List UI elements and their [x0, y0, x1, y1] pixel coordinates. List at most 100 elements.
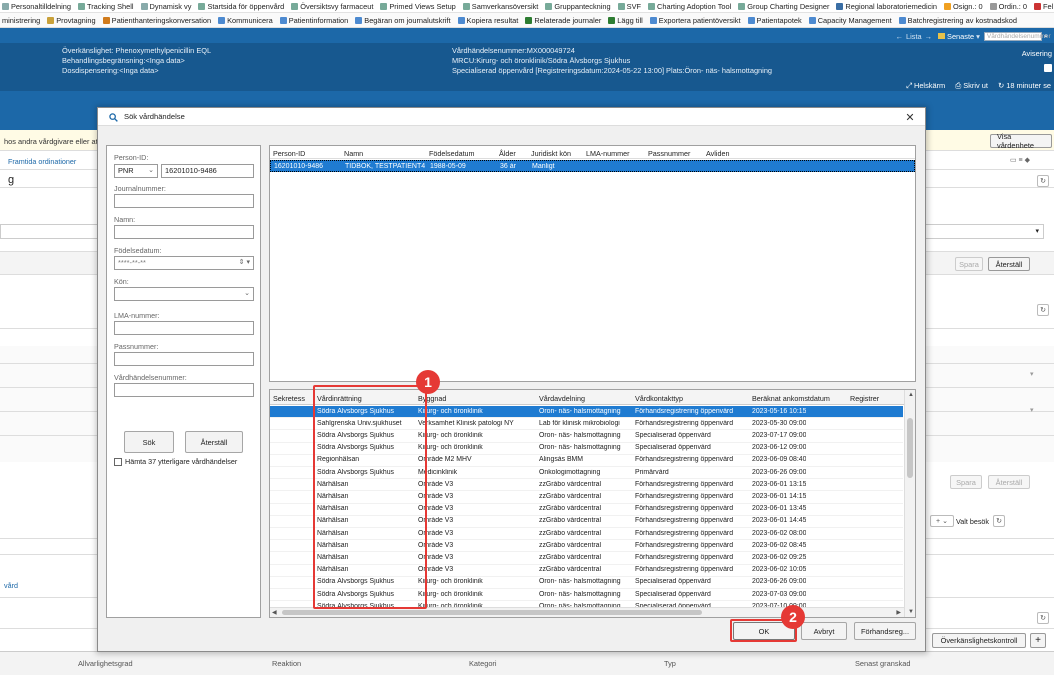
chevron-down-icon[interactable]: ▾ [1035, 227, 1039, 235]
refresh-icon[interactable]: ↻ [998, 81, 1004, 90]
favorite-link[interactable]: Regional laboratoriemedicin [836, 2, 937, 11]
scroll-right-icon[interactable]: ▶ [896, 609, 901, 616]
scroll-up-icon[interactable]: ▲ [908, 392, 914, 398]
toolbar-item[interactable]: Capacity Management [808, 16, 892, 25]
fullscreen-icon[interactable]: ⤢ [906, 81, 912, 90]
encounter-col-header[interactable]: Beräknat ankomstdatum [752, 394, 830, 403]
name-input[interactable] [114, 225, 254, 239]
forward-arrow-icon[interactable]: → [925, 32, 932, 41]
toolbar-item[interactable]: ministrering [2, 16, 40, 25]
person-id-input[interactable]: 16201010-9486 [161, 164, 254, 178]
encounter-col-header[interactable]: Vårdavdelning [539, 394, 585, 403]
favorite-link[interactable]: Primed Views Setup [380, 2, 456, 11]
senaste-dropdown[interactable]: Senaste [947, 32, 974, 41]
encounter-col-header[interactable]: Registrer [850, 394, 879, 403]
future-orders-tab[interactable]: Framtida ordinationer [8, 157, 76, 166]
close-icon[interactable]: ✕ [903, 110, 917, 124]
refresh-icon[interactable]: ↻ [1037, 175, 1049, 187]
toolbar-item[interactable]: Relaterade journaler [525, 16, 601, 25]
view-toggle-icons[interactable]: ▭ ≡ ◆ [1010, 156, 1030, 164]
cancel-button[interactable]: Avbryt [801, 622, 847, 640]
person-col-header[interactable]: Namn [344, 149, 363, 158]
search-icon[interactable]: ⌕ [1044, 31, 1048, 41]
encounter-number-input[interactable] [114, 383, 254, 397]
refresh-icon[interactable]: ↻ [1037, 304, 1049, 316]
favorite-link[interactable]: SVF [617, 2, 641, 11]
selected-visit-label[interactable]: Valt besök [956, 517, 989, 526]
toolbar-item[interactable]: Patienthanteringskonversation [102, 16, 211, 25]
chevron-down-icon[interactable]: ▾ [1030, 406, 1034, 414]
birthdate-input[interactable]: ****-**-** ⇕ ▾ [114, 256, 254, 270]
save-button-disabled[interactable]: Spara [955, 257, 983, 271]
col-severity[interactable]: Allvarlighetsgrad [78, 659, 133, 668]
show-units-button[interactable]: Visa vårdenhete [990, 132, 1052, 150]
scroll-thumb[interactable] [282, 610, 702, 615]
chevron-down-icon[interactable]: ▾ [1030, 370, 1034, 378]
reset-button-disabled[interactable]: Återställ [988, 475, 1030, 489]
add-visit-button[interactable]: + ⌄ [930, 515, 954, 527]
toolbar-item[interactable]: Patientinformation [279, 16, 348, 25]
favorite-link[interactable]: Osign.: 0 [944, 2, 983, 11]
favorite-link[interactable]: Personaltilldelning [2, 2, 71, 11]
encounter-col-header[interactable]: Sekretess [273, 394, 305, 403]
toolbar-item[interactable]: Patientapotek [747, 16, 802, 25]
encounter-col-header[interactable]: Vårdkontakttyp [635, 394, 683, 403]
toolbar-item[interactable]: Kommunicera [218, 16, 273, 25]
favorite-link[interactable]: Startsida för öppenvård [198, 2, 284, 11]
person-col-header[interactable]: Passnummer [648, 149, 690, 158]
back-arrow-icon[interactable]: ← [896, 32, 903, 41]
toolbar-item[interactable]: Batchregistrering av kostnadskod [898, 16, 1017, 25]
favorite-link[interactable]: Översiktsvy farmaceut [291, 2, 373, 11]
toolbar-item[interactable]: Exportera patientöversikt [649, 16, 741, 25]
print-button[interactable]: Skriv ut [963, 81, 988, 90]
favorite-link[interactable]: Gruppanteckning [545, 2, 611, 11]
id-type-select[interactable]: PNR ⌄ [114, 164, 158, 178]
passport-input[interactable] [114, 352, 254, 366]
person-col-header[interactable]: Juridiskt kön [531, 149, 571, 158]
reset-button[interactable]: Återställ [185, 431, 243, 453]
journal-input[interactable] [114, 194, 254, 208]
vard-link[interactable]: vård [4, 581, 18, 590]
person-col-header[interactable]: Person-ID [273, 149, 305, 158]
fetch-more-row[interactable]: Hämta 37 ytterligare vårdhändelser [114, 457, 237, 466]
lma-input[interactable] [114, 321, 254, 335]
print-icon[interactable]: ⎙ [955, 81, 961, 90]
favorite-link[interactable]: Group Charting Designer [738, 2, 829, 11]
person-row[interactable]: 16201010-9486 TIDBOK, TESTPATIENT4 1988-05… [270, 160, 915, 172]
person-col-header[interactable]: Ålder [499, 149, 516, 158]
col-last-reviewed[interactable]: Senast granskad [855, 659, 910, 668]
save-button-disabled[interactable]: Spara [950, 475, 982, 489]
col-reaction[interactable]: Reaktion [272, 659, 301, 668]
search-button[interactable]: Sök [124, 431, 174, 453]
person-col-header[interactable]: Avliden [706, 149, 729, 158]
favorite-link[interactable]: Tracking Shell [77, 2, 134, 11]
vertical-scrollbar[interactable]: ▲ ▼ [904, 390, 915, 617]
scroll-thumb[interactable] [907, 418, 913, 478]
chevron-down-icon[interactable]: ▾ [976, 32, 980, 41]
favorite-link[interactable]: Fel n [1033, 2, 1054, 11]
favorite-link[interactable]: Charting Adoption Tool [648, 2, 731, 11]
toolbar-item[interactable]: Provtagning [47, 16, 96, 25]
reset-button[interactable]: Återställ [988, 257, 1030, 271]
fullscreen-button[interactable]: Helskärm [914, 81, 945, 90]
scroll-left-icon[interactable]: ◀ [272, 609, 277, 616]
col-type[interactable]: Typ [664, 659, 676, 668]
fetch-more-checkbox[interactable] [114, 457, 122, 466]
encounter-search-input[interactable]: Vårdhändelsenummer [983, 31, 1051, 41]
preregister-button[interactable]: Förhandsreg... [854, 622, 916, 640]
avisering-icon[interactable] [1044, 64, 1052, 72]
refresh-icon[interactable]: ↻ [993, 515, 1006, 527]
person-col-header[interactable]: Födelsedatum [429, 149, 475, 158]
toolbar-item[interactable]: Begäran om journalutskrift [355, 16, 451, 25]
favorite-link[interactable]: Dynamisk vy [140, 2, 191, 11]
refresh-icon[interactable]: ↻ [1037, 612, 1049, 624]
favorite-link[interactable]: Ordin.: 0 [989, 2, 1027, 11]
allergy-info[interactable]: Överkänslighet: Phenoxymethylpenicillin … [62, 46, 211, 55]
add-allergy-button[interactable]: + [1030, 633, 1046, 648]
toolbar-item[interactable]: Lägg till [608, 16, 643, 25]
gender-select[interactable]: ⌄ [114, 287, 254, 301]
date-spinner-icon[interactable]: ⇕ ▾ [239, 257, 250, 269]
person-col-header[interactable]: LMA-nummer [586, 149, 630, 158]
favorite-link[interactable]: Samverkansöversikt [462, 2, 538, 11]
avisering-link[interactable]: Avisering [1022, 49, 1052, 58]
